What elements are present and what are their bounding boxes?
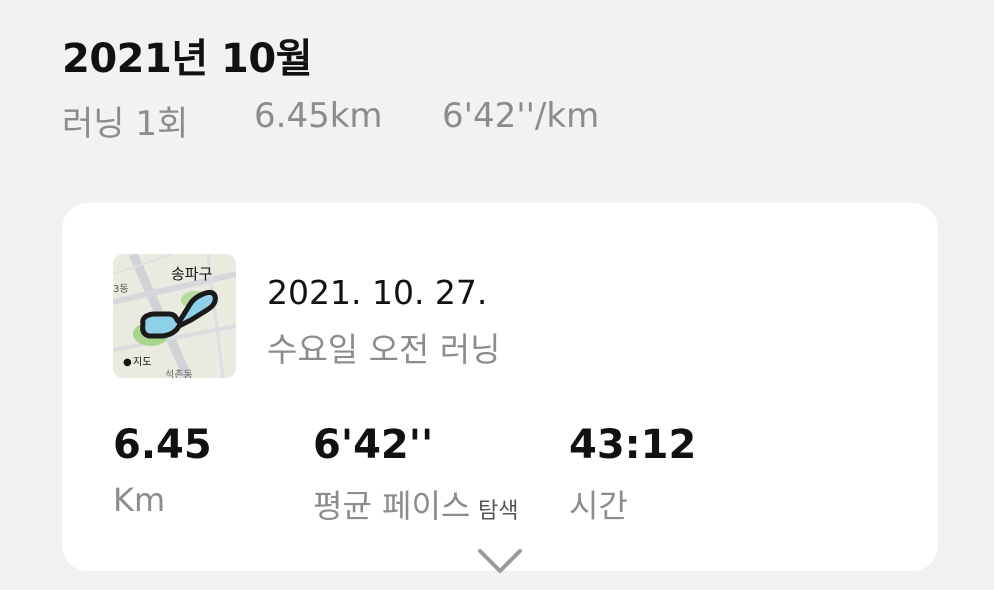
run-card[interactable]: 송파구 3동 ● 지도 석촌동 2021. 10. 27. 수요일 오전 러닝 … (62, 203, 938, 573)
stat-time-label: 시간 (569, 487, 628, 525)
summary-distance: 6.45km (254, 96, 383, 136)
explore-label[interactable]: 탐색 (478, 493, 518, 525)
map-label-district: 송파구 (171, 265, 212, 283)
run-subtitle: 수요일 오전 러닝 (267, 330, 501, 369)
map-label-neighborhood-bottom: 석촌동 (165, 369, 193, 378)
stat-pace: 6'42'' 평균 페이스 (313, 421, 470, 527)
stat-pace-value: 6'42'' (313, 422, 434, 468)
month-title: 2021년 10월 (62, 36, 313, 82)
stat-distance-label: Km (113, 481, 166, 519)
chevron-down-icon[interactable] (476, 547, 524, 575)
stat-distance-value: 6.45 (113, 422, 212, 468)
stat-distance: 6.45 Km (113, 421, 212, 519)
stat-time-value: 43:12 (569, 422, 697, 468)
apple-logo-icon: ● (123, 357, 132, 368)
stat-time: 43:12 시간 (569, 421, 696, 527)
route-map-thumbnail[interactable]: 송파구 3동 ● 지도 석촌동 (113, 254, 236, 378)
map-label-neighborhood-top: 3동 (113, 283, 129, 295)
summary-run-count: 러닝 1회 (62, 104, 189, 144)
route-map-svg: 송파구 3동 ● 지도 석촌동 (113, 254, 236, 378)
map-attribution: 지도 (133, 356, 151, 368)
summary-pace: 6'42''/km (442, 96, 600, 136)
run-date: 2021. 10. 27. (267, 273, 488, 312)
stat-pace-label: 평균 페이스 (313, 487, 471, 525)
